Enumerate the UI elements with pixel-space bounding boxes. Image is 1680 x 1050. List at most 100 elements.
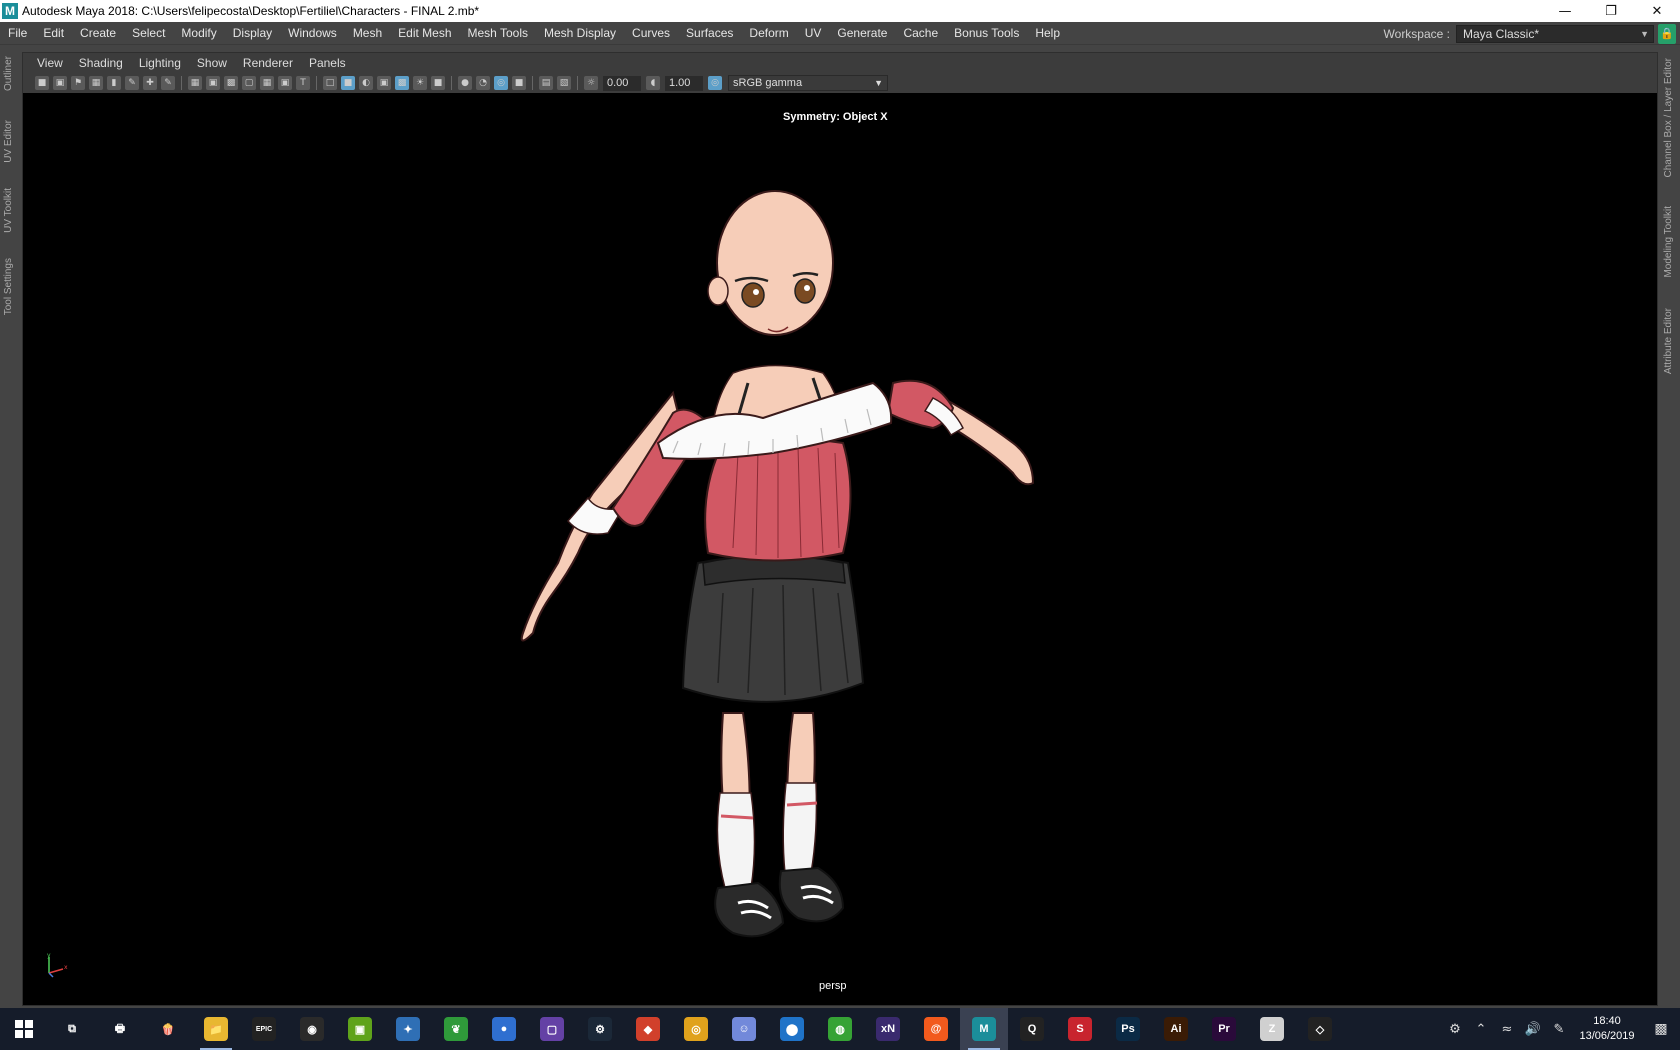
taskbar-app-strip-app[interactable]: ◆ xyxy=(624,1008,672,1050)
film-gate-icon[interactable]: ▣ xyxy=(206,76,220,90)
chevron-up-icon[interactable]: ⌃ xyxy=(1468,1022,1494,1037)
menu-mesh-tools[interactable]: Mesh Tools xyxy=(460,26,536,40)
tab-channel-box[interactable]: Channel Box / Layer Editor xyxy=(1663,58,1674,178)
taskbar-app-illustrator[interactable]: Ai xyxy=(1152,1008,1200,1050)
use-all-lights-icon[interactable]: ☀ xyxy=(413,76,427,90)
tab-attribute-editor[interactable]: Attribute Editor xyxy=(1663,308,1674,374)
taskbar-app-task-view[interactable]: ⧉ xyxy=(48,1008,96,1050)
anti-aliasing-icon[interactable]: ◎ xyxy=(494,76,508,90)
bookmark-icon[interactable]: ▮ xyxy=(107,76,121,90)
textured-icon[interactable]: ▩ xyxy=(395,76,409,90)
menu-curves[interactable]: Curves xyxy=(624,26,678,40)
shadows-icon[interactable]: ■ xyxy=(431,76,445,90)
menu-edit-mesh[interactable]: Edit Mesh xyxy=(390,26,459,40)
minimize-button[interactable]: — xyxy=(1542,0,1588,22)
taskbar-app-nvidia[interactable]: ▣ xyxy=(336,1008,384,1050)
taskbar-app-houdini[interactable]: @ xyxy=(912,1008,960,1050)
default-lighting-icon[interactable]: ◐ xyxy=(359,76,373,90)
2d-pan-zoom-icon[interactable]: ✚ xyxy=(143,76,157,90)
menu-file[interactable]: File xyxy=(0,26,35,40)
xray-icon[interactable]: ▧ xyxy=(557,76,571,90)
menu-deform[interactable]: Deform xyxy=(741,26,796,40)
panel-menu-show[interactable]: Show xyxy=(189,56,235,70)
panel-menu-renderer[interactable]: Renderer xyxy=(235,56,301,70)
taskbar-app-popcorn[interactable]: 🍿 xyxy=(144,1008,192,1050)
menu-surfaces[interactable]: Surfaces xyxy=(678,26,741,40)
gamma-field[interactable]: 1.00 xyxy=(665,75,703,91)
screen-space-ao-icon[interactable]: ● xyxy=(458,76,472,90)
people-icon[interactable]: ⚙ xyxy=(1442,1022,1468,1037)
taskbar-app-file-explorer[interactable]: 📁 xyxy=(192,1008,240,1050)
safe-action-icon[interactable]: ▣ xyxy=(278,76,292,90)
view-transform-dropdown[interactable]: sRGB gamma ▼ xyxy=(728,75,888,91)
tab-uv-editor[interactable]: UV Editor xyxy=(3,120,14,163)
wifi-icon[interactable]: ≈ xyxy=(1494,1022,1520,1037)
smooth-shade-icon[interactable]: ■ xyxy=(341,76,355,90)
menu-bonus-tools[interactable]: Bonus Tools xyxy=(946,26,1027,40)
menu-display[interactable]: Display xyxy=(225,26,280,40)
isolate-select-icon[interactable]: ▤ xyxy=(539,76,553,90)
lock-icon[interactable]: 🔒 xyxy=(1658,23,1676,44)
menu-modify[interactable]: Modify xyxy=(173,26,224,40)
taskbar-app-blue-app[interactable]: ● xyxy=(480,1008,528,1050)
taskbar-app-zbrush[interactable]: Z xyxy=(1248,1008,1296,1050)
taskbar-app-substance[interactable]: S xyxy=(1056,1008,1104,1050)
menu-windows[interactable]: Windows xyxy=(280,26,345,40)
menu-select[interactable]: Select xyxy=(124,26,173,40)
taskbar-app-twitch[interactable]: ▢ xyxy=(528,1008,576,1050)
menu-mesh-display[interactable]: Mesh Display xyxy=(536,26,624,40)
taskbar-app-q-app[interactable]: Q xyxy=(1008,1008,1056,1050)
volume-icon[interactable]: 🔊 xyxy=(1520,1022,1546,1037)
taskbar-app-green-app[interactable]: ◍ xyxy=(816,1008,864,1050)
bookmarks-icon[interactable]: ⚑ xyxy=(71,76,85,90)
menu-uv[interactable]: UV xyxy=(797,26,830,40)
field-chart-icon[interactable]: ▦ xyxy=(260,76,274,90)
grid-icon[interactable]: ▦ xyxy=(188,76,202,90)
taskbar-app-dragon-app[interactable]: ❦ xyxy=(432,1008,480,1050)
taskbar-clock[interactable]: 18:40 13/06/2019 xyxy=(1572,1014,1642,1044)
gate-mask-icon[interactable]: ▢ xyxy=(242,76,256,90)
motion-blur-icon[interactable]: ◔ xyxy=(476,76,490,90)
workspace-dropdown[interactable]: Maya Classic* ▼ xyxy=(1456,24,1654,43)
panel-menu-lighting[interactable]: Lighting xyxy=(131,56,189,70)
taskbar-app-steam[interactable]: ⚙ xyxy=(576,1008,624,1050)
panel-menu-view[interactable]: View xyxy=(29,56,71,70)
menu-help[interactable]: Help xyxy=(1027,26,1068,40)
pen-icon[interactable]: ✎ xyxy=(1546,1022,1572,1037)
notification-icon[interactable]: ▩ xyxy=(1642,1021,1680,1037)
color-management-icon[interactable]: ◎ xyxy=(708,76,722,90)
character-model[interactable] xyxy=(513,143,1073,943)
3d-viewport[interactable]: Symmetry: Object X persp y x xyxy=(23,93,1657,1005)
camera-attributes-icon[interactable]: ▣ xyxy=(53,76,67,90)
taskbar-app-premiere[interactable]: Pr xyxy=(1200,1008,1248,1050)
menu-generate[interactable]: Generate xyxy=(829,26,895,40)
exposure-field[interactable]: 0.00 xyxy=(603,75,641,91)
taskbar-app-printer[interactable]: 🖶 xyxy=(96,1008,144,1050)
resolution-gate-icon[interactable]: ▩ xyxy=(224,76,238,90)
restore-button[interactable]: ❐ xyxy=(1588,0,1634,22)
taskbar-app-photoshop[interactable]: Ps xyxy=(1104,1008,1152,1050)
image-plane-icon[interactable]: ▦ xyxy=(89,76,103,90)
taskbar-app-unity[interactable]: ◇ xyxy=(1296,1008,1344,1050)
select-camera-icon[interactable]: ■ xyxy=(35,76,49,90)
menu-cache[interactable]: Cache xyxy=(895,26,946,40)
start-button[interactable] xyxy=(0,1008,48,1050)
taskbar-app-wing-app[interactable]: ✦ xyxy=(384,1008,432,1050)
tab-tool-settings[interactable]: Tool Settings xyxy=(3,258,14,315)
taskbar-app-obs[interactable]: ◉ xyxy=(288,1008,336,1050)
taskbar-app-xnormal[interactable]: xN xyxy=(864,1008,912,1050)
gamma-icon[interactable]: ◖ xyxy=(646,76,660,90)
wireframe-on-shaded-icon[interactable]: ▣ xyxy=(377,76,391,90)
close-button[interactable]: ✕ xyxy=(1634,0,1680,22)
menu-create[interactable]: Create xyxy=(72,26,124,40)
tab-uv-toolkit[interactable]: UV Toolkit xyxy=(3,188,14,233)
taskbar-app-maya[interactable]: M xyxy=(960,1008,1008,1050)
tab-outliner[interactable]: Outliner xyxy=(3,56,14,91)
depth-of-field-icon[interactable]: ■ xyxy=(512,76,526,90)
panel-menu-panels[interactable]: Panels xyxy=(301,56,354,70)
taskbar-app-discord[interactable]: ☺ xyxy=(720,1008,768,1050)
taskbar-app-chrome[interactable]: ◎ xyxy=(672,1008,720,1050)
grease-pencil-icon[interactable]: ✎ xyxy=(125,76,139,90)
tab-modeling-toolkit[interactable]: Modeling Toolkit xyxy=(1663,206,1674,278)
grease-icon[interactable]: ✎ xyxy=(161,76,175,90)
